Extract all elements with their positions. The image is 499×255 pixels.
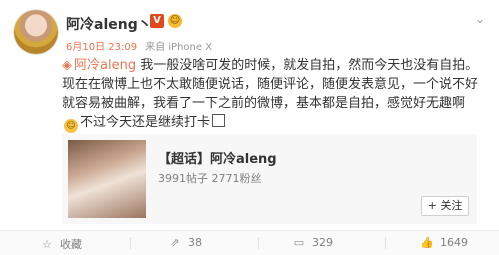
divider [130,237,131,249]
repost-count: 38 [188,236,202,249]
mention-link[interactable]: 阿冷aleng [74,58,136,73]
post-timestamp[interactable]: 6月10日 23:09 [66,42,137,53]
favorite-label: 收藏 [60,238,82,251]
post-source: 来自 iPhone X [145,42,213,53]
post-header: 阿冷aleng丶 V ☺ 6月10日 23:09 来自 iPhone X ⌄ [14,8,489,56]
post-text-part2: 不过今天还是继续打卡 [80,115,211,130]
checkin-icon [212,114,226,127]
repost-icon: ⇗ [170,236,180,249]
divider [385,237,386,249]
super-topic-icon: ◈ [62,58,72,73]
username[interactable]: 阿冷aleng丶 [66,14,152,34]
star-icon: ☆ [42,238,52,251]
action-bar: ☆ 收藏 ⇗ 38 ▭ 329 👍 1649 [0,230,499,255]
post-meta: 6月10日 23:09 来自 iPhone X [66,38,212,53]
repost-button[interactable]: ⇗ 38 [168,236,202,249]
thumbs-up-icon: 👍 [420,236,434,249]
comment-icon: ▭ [293,236,305,249]
avatar[interactable] [14,10,58,54]
like-button[interactable]: 👍 1649 [420,236,468,249]
favorite-button[interactable]: ☆ 收藏 [40,236,82,252]
card-title[interactable]: 【超话】阿冷aleng [158,148,277,167]
super-topic-card[interactable]: 【超话】阿冷aleng 3991帖子 2771粉丝 + 关注 [62,134,477,224]
member-badge-icon[interactable]: ☺ [168,14,182,28]
divider [258,237,259,249]
vip-badge[interactable]: V [150,14,164,28]
comment-count: 329 [312,236,333,249]
smile-emoji-icon: ☺ [64,119,78,133]
chevron-down-icon[interactable]: ⌄ [475,13,485,25]
comment-button[interactable]: ▭ 329 [292,236,333,249]
post-text: ◈ 阿冷aleng 我一般没啥可发的时候，就发自拍，然而今天也没有自拍。现在在微博… [62,56,482,133]
follow-button[interactable]: + 关注 [421,196,469,216]
like-count: 1649 [440,236,468,249]
card-stats: 3991帖子 2771粉丝 [158,172,262,185]
card-thumbnail[interactable] [68,140,146,218]
